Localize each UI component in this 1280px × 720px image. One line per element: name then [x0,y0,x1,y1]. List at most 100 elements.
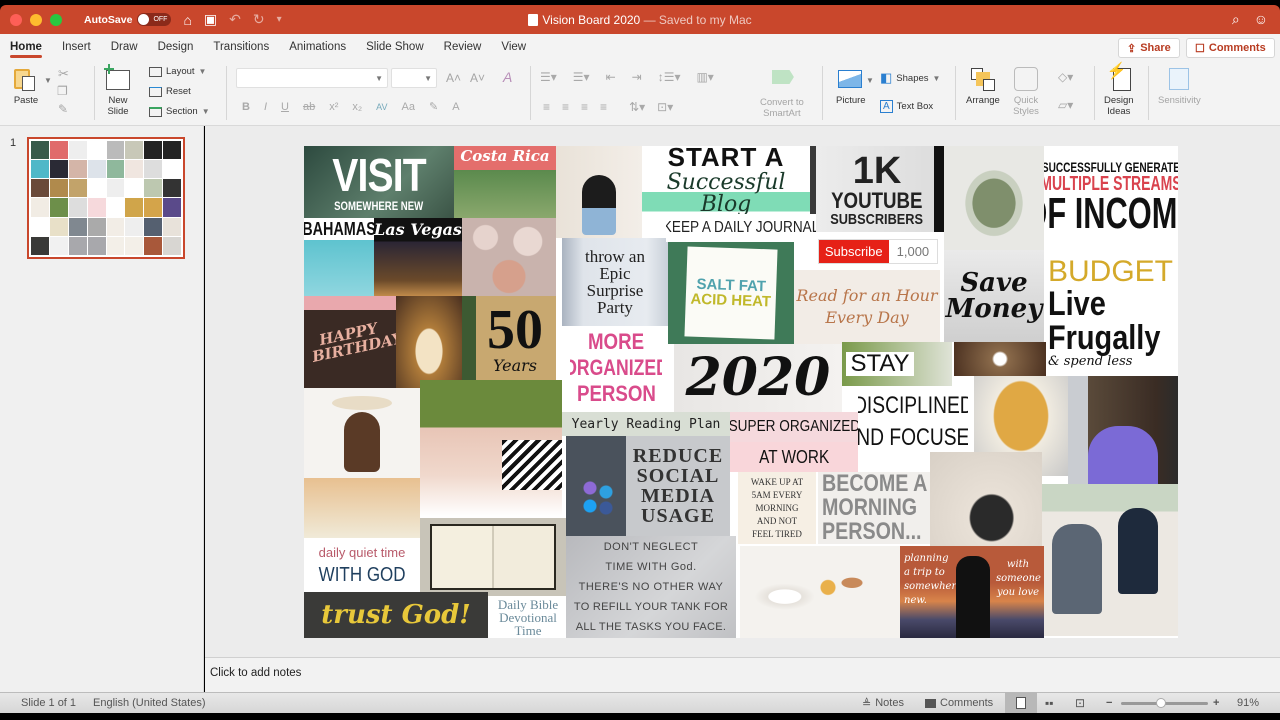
tile-morning-person[interactable]: BECOME A MORNING PERSON... [818,472,930,544]
font-color-button[interactable]: A [452,101,459,113]
tile-proposal[interactable] [1042,484,1178,636]
tab-draw[interactable]: Draw [101,34,148,60]
slide-thumbnail-1[interactable] [27,137,185,259]
tile-daily-bible[interactable]: Daily Bible Devotional Time [490,596,566,638]
zoom-in-button[interactable]: + [1213,697,1219,709]
zoom-out-button[interactable]: − [1106,697,1112,709]
tab-view[interactable]: View [491,34,536,60]
tab-animations[interactable]: Animations [279,34,356,60]
tile-cake[interactable] [396,296,462,388]
tab-design[interactable]: Design [148,34,204,60]
paste-button[interactable]: Paste [12,66,40,106]
picture-options-chevron[interactable]: ▼ [866,76,874,85]
tile-start-blog[interactable]: START A Successful Blog [642,146,810,214]
tab-home[interactable]: Home [0,34,52,60]
reset-button[interactable]: Reset [149,86,191,97]
tile-woman-purple-robe[interactable] [1068,376,1178,486]
tile-bahamas[interactable]: BAHAMAS [304,218,374,296]
tile-youtube-subscribers[interactable]: 1K YOUTUBE SUBSCRIBERS [810,146,944,232]
tile-visit[interactable]: VISIT SOMEWHERE NEW [304,146,454,218]
language-indicator[interactable]: English (United States) [93,697,206,709]
tile-costa-rica[interactable]: Costa Rica [454,146,556,218]
align-center-icon[interactable]: ≡ [562,100,569,114]
notes-toggle-button[interactable]: ≜ Notes [862,697,904,710]
bold-button[interactable]: B [242,101,250,113]
tile-at-work[interactable]: AT WORK [730,442,858,472]
notes-pane[interactable]: Click to add notes [205,657,1280,692]
tile-trip-someone[interactable]: planning a trip to somewhere new. with s… [900,546,1044,638]
subscript-button[interactable]: x₂ [352,101,362,113]
tile-subscribe-button[interactable]: Subscribe 1,000 [814,232,942,270]
underline-button[interactable]: U [281,101,289,113]
tile-yearly-reading[interactable]: Yearly Reading Plan [562,412,730,436]
design-ideas-button[interactable]: ⚡ Design Ideas [1104,64,1134,118]
tile-cooking[interactable] [930,452,1042,546]
tile-read-hour[interactable]: Read for an Hour Every Day [794,270,940,344]
minimize-window-button[interactable] [30,13,42,26]
reading-view-button[interactable]: ⊡ [1075,696,1085,710]
copy-icon[interactable]: ❐ [57,84,68,98]
zoom-slider-knob[interactable] [1155,698,1166,708]
paste-options-chevron[interactable]: ▼ [44,76,52,85]
bullets-icon[interactable]: ☰▾ [540,70,557,84]
text-box-button[interactable]: A Text Box [880,100,933,113]
shape-outline-icon[interactable]: ▱▾ [1058,98,1073,112]
shape-fill-icon[interactable]: ◇▾ [1058,70,1073,84]
text-direction-icon[interactable]: ⇅▾ [629,100,645,114]
normal-view-button[interactable] [1005,692,1037,713]
tile-woman-drinks[interactable] [304,388,420,538]
tile-wake-up[interactable]: WAKE UP AT 5AM EVERY MORNING AND NOT FEE… [738,472,816,544]
strikethrough-button[interactable]: ab [303,101,315,113]
tile-keep-journal[interactable]: KEEP A DAILY JOURNAL [666,214,816,242]
tile-picnic-couple[interactable] [420,380,562,516]
undo-icon[interactable]: ↶ [229,11,241,28]
tile-epic-party[interactable]: throw an Epic Surprise Party [562,238,668,326]
tile-balloons[interactable] [462,218,556,296]
character-spacing-button[interactable]: AV [376,102,387,112]
tile-super-organized[interactable]: SUPER ORGANIZED [730,412,858,442]
tab-review[interactable]: Review [434,34,492,60]
sensitivity-button[interactable]: Sensitivity [1158,66,1201,106]
tile-money-jar[interactable] [944,146,1044,250]
decrease-indent-icon[interactable]: ⇤ [606,70,616,84]
customize-toolbar-icon[interactable]: ▾ [277,14,282,25]
tile-2020[interactable]: 2020 [674,344,842,412]
font-name-select[interactable]: ▼ [236,68,388,88]
tile-reduce-social-media[interactable]: REDUCE SOCIAL MEDIA USAGE [566,436,730,536]
tile-more-organized[interactable]: MORE ORGANIZED PERSON [570,326,662,410]
layout-button[interactable]: Layout ▼ [149,66,206,77]
zoom-window-button[interactable] [50,13,62,26]
section-button[interactable]: Section ▼ [149,106,210,117]
clear-formatting-icon[interactable]: A [503,69,512,85]
italic-button[interactable]: I [264,101,267,113]
tab-insert[interactable]: Insert [52,34,101,60]
account-icon[interactable]: ☺ [1254,11,1268,28]
tile-stay[interactable]: STAY [842,342,952,386]
columns-icon[interactable]: ▥▾ [696,70,713,84]
cut-icon[interactable]: ✂ [58,66,69,82]
format-painter-icon[interactable]: ✎ [58,102,68,116]
tab-slide-show[interactable]: Slide Show [356,34,434,60]
convert-to-smartart-button[interactable]: Convert to SmartArt [760,68,804,119]
save-icon[interactable]: ▣ [204,11,217,28]
tile-trust-god[interactable]: trust God! [304,592,488,638]
justify-icon[interactable]: ≡ [600,100,607,114]
comments-button[interactable]: ☐ Comments [1186,38,1275,58]
superscript-button[interactable]: x² [329,101,338,113]
tile-dont-neglect[interactable]: DON'T NEGLECT TIME WITH God. THERE'S NO … [566,536,736,638]
tile-breakfast-bed[interactable] [740,546,900,638]
vision-board-slide[interactable]: VISIT SOMEWHERE NEW Costa Rica START A S… [304,146,1178,638]
align-right-icon[interactable]: ≡ [581,100,588,114]
tile-cookbook[interactable]: SALT FAT ACID HEAT [668,242,794,344]
arrange-button[interactable]: Arrange [966,66,1000,106]
tile-desk-woman[interactable] [556,146,642,238]
quick-styles-button[interactable]: Quick Styles [1012,66,1040,117]
slide-sorter-button[interactable]: ▪▪ [1045,696,1054,710]
tile-quiet-time[interactable]: daily quiet time WITH GOD [304,538,420,592]
highlight-button[interactable]: ✎ [429,100,438,113]
shapes-button[interactable]: ◧ Shapes ▼ [880,70,940,86]
decrease-font-size-icon[interactable]: A˅ [470,71,485,85]
tile-open-bible[interactable] [420,518,566,596]
align-text-icon[interactable]: ⊡▾ [657,100,673,114]
tab-transitions[interactable]: Transitions [203,34,279,60]
